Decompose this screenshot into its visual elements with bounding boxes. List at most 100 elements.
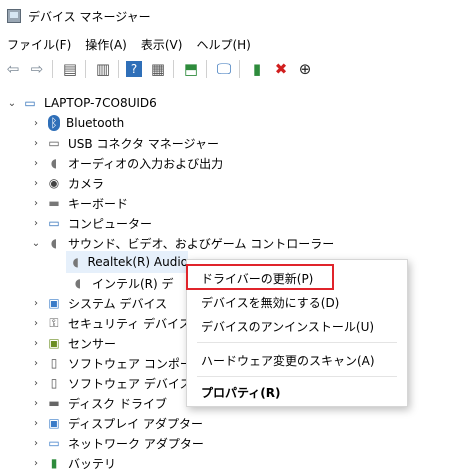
tree-item-software-devices[interactable]: › ▯ ソフトウェア デバイス [30, 373, 191, 393]
usb-icon: ▭ [48, 136, 60, 150]
tree-item-sound-video[interactable]: ⌄ ◖ サウンド、ビデオ、およびゲーム コントローラー [30, 233, 334, 253]
document-icon[interactable]: ▥ [92, 58, 114, 80]
tree-item-label: サウンド、ビデオ、およびゲーム コントローラー [68, 236, 335, 251]
tree-item-intel-audio[interactable]: ◖ インテル(R) デ [66, 273, 174, 293]
tree-item-security-devices[interactable]: › ⚿ セキュリティ デバイス [30, 313, 191, 333]
chevron-right-icon[interactable]: › [30, 457, 42, 469]
chevron-right-icon[interactable]: › [30, 137, 42, 149]
chevron-right-icon[interactable]: › [30, 157, 42, 169]
tree-item-label: オーディオの入力および出力 [68, 156, 224, 171]
device-manager-app-icon [7, 9, 21, 23]
keyboard-icon: ▬ [48, 196, 60, 210]
tree-root[interactable]: ⌄ ▭ LAPTOP-7CO8UID6 [6, 93, 157, 113]
tree-item-label: Realtek(R) Audio [87, 255, 188, 269]
computer-icon: ▭ [24, 96, 36, 110]
chevron-right-icon[interactable]: › [30, 437, 42, 449]
menu-help[interactable]: ヘルプ(H) [189, 36, 257, 53]
tree-item-bluetooth[interactable]: › ᛒ Bluetooth [30, 113, 124, 133]
tree-item-label: ネットワーク アダプター [68, 436, 204, 451]
context-menu-scan-hardware[interactable]: ハードウェア変更のスキャン(A) [201, 350, 375, 370]
tree-item-label: ディスプレイ アダプター [68, 416, 203, 431]
toolbar-divider [173, 60, 174, 78]
chevron-right-icon[interactable]: › [30, 197, 42, 209]
tree-item-label: セキュリティ デバイス [68, 316, 191, 331]
tree-item-network-adapters[interactable]: › ▭ ネットワーク アダプター [30, 433, 204, 453]
menu-view[interactable]: 表示(V) [134, 36, 190, 53]
disable-device-icon[interactable]: ⊕ [294, 58, 316, 80]
chevron-down-icon[interactable]: ⌄ [6, 97, 18, 109]
display-icon: ▣ [48, 416, 60, 430]
chevron-right-icon[interactable]: › [30, 317, 42, 329]
toolbar-divider [118, 60, 119, 78]
tree-item-software-components[interactable]: › ▯ ソフトウェア コンポー [30, 353, 192, 373]
scan-hardware-icon[interactable]: 🖵 [213, 58, 235, 80]
chevron-right-icon[interactable]: › [30, 117, 42, 129]
tree-item-computer[interactable]: › ▭ コンピューター [30, 213, 152, 233]
tree-item-label: ソフトウェア コンポー [68, 356, 192, 371]
back-arrow-icon[interactable]: ⇦ [2, 58, 24, 80]
root-label: LAPTOP-7CO8UID6 [44, 96, 157, 110]
context-menu-properties[interactable]: プロパティ(R) [201, 382, 281, 402]
security-icon: ⚿ [49, 315, 59, 330]
tree-item-label: ディスク ドライブ [68, 396, 167, 411]
tree-item-realtek-audio[interactable]: ◖ Realtek(R) Audio [66, 251, 188, 273]
tree-item-batteries[interactable]: › ▮ バッテリ [30, 453, 116, 473]
tree-item-sensors[interactable]: › ▣ センサー [30, 333, 116, 353]
enable-device-icon[interactable]: ▮ [246, 58, 268, 80]
tree-item-label: キーボード [68, 196, 129, 211]
menu-file[interactable]: ファイル(F) [0, 36, 78, 53]
chevron-down-icon[interactable]: ⌄ [30, 237, 42, 249]
toolbar-divider [206, 60, 207, 78]
chevron-right-icon[interactable]: › [30, 377, 42, 389]
sound-icon: ◖ [50, 236, 58, 250]
speaker-icon: ◖ [74, 276, 82, 290]
chevron-right-icon[interactable]: › [30, 217, 42, 229]
menu-divider [197, 376, 397, 377]
chevron-right-icon[interactable]: › [30, 417, 42, 429]
forward-arrow-icon[interactable]: ⇨ [26, 58, 48, 80]
context-menu-uninstall-device[interactable]: デバイスのアンインストール(U) [201, 316, 374, 336]
title-bar: デバイス マネージャー [0, 0, 464, 32]
toolbar-divider [85, 60, 86, 78]
sensor-icon: ▣ [48, 336, 60, 350]
context-menu-update-driver[interactable]: ドライバーの更新(P) [201, 268, 313, 288]
tree-item-usb[interactable]: › ▭ USB コネクタ マネージャー [30, 133, 219, 153]
toolbar: ⇦ ⇨ ▤ ▥ ? ▦ ⬒ 🖵 ▮ ✖ ⊕ [0, 56, 464, 82]
menu-bar: ファイル(F) 操作(A) 表示(V) ヘルプ(H) [0, 34, 258, 54]
window-title: デバイス マネージャー [28, 9, 151, 24]
chevron-right-icon[interactable]: › [30, 297, 42, 309]
software-component-icon: ▯ [50, 356, 58, 370]
uninstall-icon[interactable]: ✖ [270, 58, 292, 80]
chevron-right-icon[interactable]: › [30, 337, 42, 349]
tree-item-keyboard[interactable]: › ▬ キーボード [30, 193, 128, 213]
network-icon: ▭ [48, 436, 60, 450]
disk-icon: ▬ [48, 396, 60, 410]
tree-item-label: インテル(R) デ [92, 276, 174, 291]
menu-divider [197, 342, 397, 343]
tree-item-display-adapters[interactable]: › ▣ ディスプレイ アダプター [30, 413, 203, 433]
tree-item-label: コンピューター [68, 216, 153, 231]
show-hidden-icon[interactable]: ▦ [147, 58, 169, 80]
system-icon: ▣ [48, 296, 60, 310]
software-device-icon: ▯ [50, 376, 58, 390]
tree-item-label: ソフトウェア デバイス [68, 376, 192, 391]
chevron-right-icon[interactable]: › [30, 357, 42, 369]
update-driver-icon[interactable]: ⬒ [180, 58, 202, 80]
chevron-right-icon[interactable]: › [30, 177, 42, 189]
toolbar-divider [239, 60, 240, 78]
menu-action[interactable]: 操作(A) [78, 36, 134, 53]
tree-item-camera[interactable]: › ◉ カメラ [30, 173, 104, 193]
camera-icon: ◉ [48, 176, 60, 190]
bluetooth-icon: ᛒ [48, 115, 60, 131]
tree-item-audio-io[interactable]: › ◖ オーディオの入力および出力 [30, 153, 223, 173]
tree-item-label: カメラ [68, 176, 105, 191]
tree-item-disk-drives[interactable]: › ▬ ディスク ドライブ [30, 393, 167, 413]
tree-item-system-devices[interactable]: › ▣ システム デバイス [30, 293, 167, 313]
context-menu-disable-device[interactable]: デバイスを無効にする(D) [201, 292, 339, 312]
toolbar-divider [52, 60, 53, 78]
chevron-right-icon[interactable]: › [30, 397, 42, 409]
battery-icon: ▮ [50, 456, 58, 470]
help-icon[interactable]: ? [126, 61, 142, 77]
properties-icon[interactable]: ▤ [59, 58, 81, 80]
tree-item-label: システム デバイス [68, 296, 168, 311]
